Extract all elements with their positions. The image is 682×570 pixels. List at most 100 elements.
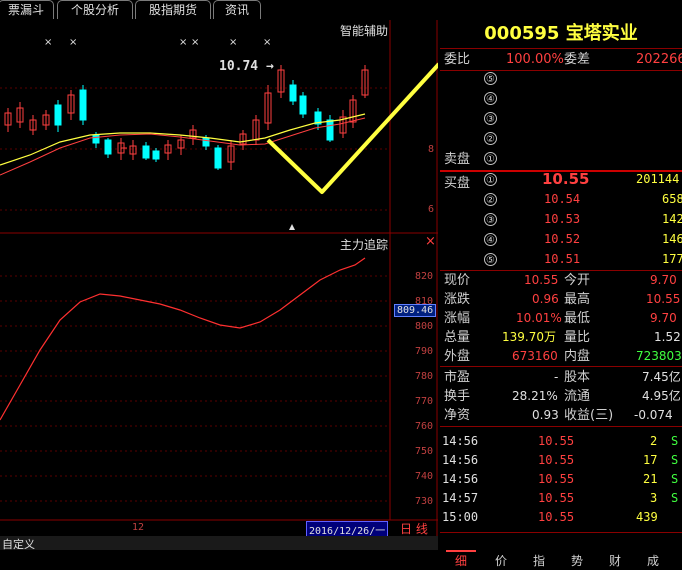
finance-label: 收益(三)	[564, 408, 614, 423]
close-icon[interactable]: ×	[425, 234, 436, 249]
stat-label: 涨跌	[444, 292, 471, 307]
finance-label: 换手	[444, 389, 471, 404]
x-axis-label: 12	[132, 522, 145, 533]
stat-value: 1.52	[654, 330, 681, 344]
tick-vol: 17	[643, 453, 658, 467]
tab-stock-analysis[interactable]: 个股分析	[57, 0, 133, 19]
stat-label: 今开	[564, 273, 591, 288]
stat-label: 内盘	[564, 349, 591, 364]
finance-label: 股本	[564, 370, 591, 385]
tick-side: S	[671, 472, 679, 486]
divider	[440, 70, 682, 71]
indicator-axis-label: 740	[415, 471, 434, 482]
stat-value: 10.55	[524, 273, 559, 287]
buy-level-1: ①	[484, 173, 497, 186]
stat-row: 总量 139.70万 量比 1.52	[440, 328, 682, 347]
tick-row: 14:56 10.55 2 S	[440, 432, 682, 451]
tick-side: S	[671, 434, 679, 448]
buy-vol-4: 146	[662, 232, 682, 246]
stat-row: 现价 10.55 今开 9.70	[440, 271, 682, 290]
weibi-row: 委比 100.00% 委差 202266	[440, 50, 682, 69]
buy-price-3: 10.53	[544, 212, 581, 226]
finance-value: 7.45亿	[642, 370, 681, 384]
indicator-current-value: 809.46	[394, 304, 437, 317]
tick-row: 15:00 10.55 439	[440, 508, 682, 527]
indicator-axis-label: 790	[415, 346, 434, 357]
tick-price: 10.55	[538, 472, 575, 486]
buy-vol-5: 177	[662, 252, 682, 266]
buy-level-4: ④	[484, 233, 497, 246]
chart-area[interactable]: × × × × × × 10.74 → 智能辅助 8 6 主力追踪 × 820 …	[0, 20, 438, 551]
sell-level-4: ④	[484, 92, 497, 105]
y-axis-label: 6	[428, 204, 435, 215]
tab-volume[interactable]: 成	[638, 552, 668, 570]
buy-label: 买盘	[444, 176, 471, 191]
tick-time: 14:56	[442, 472, 479, 486]
stat-label: 最高	[564, 292, 591, 307]
weibi-label: 委比	[444, 52, 471, 67]
stat-value: 723803	[636, 349, 682, 363]
finance-row: 换手 28.21% 流通 4.95亿	[440, 387, 682, 406]
signal-mark: ×	[179, 37, 188, 48]
candlesticks	[4, 65, 369, 170]
indicator-axis-label: 760	[415, 421, 434, 432]
tab-label: 个股分析	[70, 3, 119, 17]
indicator-axis-label: 750	[415, 446, 434, 457]
buy-price-2: 10.54	[544, 192, 581, 206]
tab-label: 票漏斗	[7, 3, 44, 17]
weibi-value: 100.00%	[506, 52, 564, 67]
tab-detail[interactable]: 细	[446, 550, 476, 570]
indicator-title: 主力追踪	[340, 238, 389, 252]
tick-price: 10.55	[538, 510, 575, 524]
period-selector[interactable]: 日 线	[400, 520, 428, 537]
stat-row: 外盘 673160 内盘 723803	[440, 347, 682, 366]
buy-level-5: ⑤	[484, 253, 497, 266]
finance-label: 净资	[444, 408, 471, 423]
stat-value: 10.55	[646, 292, 681, 306]
tab-price[interactable]: 价	[486, 552, 516, 570]
signal-mark: ×	[263, 37, 272, 48]
tab-funnel[interactable]: 票漏斗	[0, 0, 54, 19]
stat-value: 9.70	[650, 273, 677, 287]
sell-label: 卖盘	[444, 152, 471, 167]
quote-panel: 000595 宝塔实业 委比 100.00% 委差 202266 ⑤ ④ ③ ②…	[440, 20, 682, 568]
finance-row: 市盈 - 股本 7.45亿	[440, 368, 682, 387]
sell-level-3: ③	[484, 112, 497, 125]
stat-label: 外盘	[444, 349, 471, 364]
buy-vol-1: 201144	[636, 172, 680, 186]
tick-side: S	[671, 491, 679, 505]
stat-row: 涨跌 0.96 最高 10.55	[440, 290, 682, 309]
buy-price-4: 10.52	[544, 232, 581, 246]
tab-index[interactable]: 指	[524, 552, 554, 570]
stat-value: 9.70	[650, 311, 677, 325]
tick-row: 14:56 10.55 17 S	[440, 451, 682, 470]
stat-value: 10.01%	[516, 311, 562, 325]
weicha-value: 202266	[636, 52, 682, 67]
indicator-axis-label: 780	[415, 371, 434, 382]
tick-time: 15:00	[442, 510, 479, 524]
tick-vol: 21	[643, 472, 658, 486]
tab-index-futures[interactable]: 股指期货	[135, 0, 211, 19]
indicator-line	[0, 257, 366, 421]
tab-finance[interactable]: 财	[600, 552, 630, 570]
tab-news[interactable]: 资讯	[213, 0, 261, 19]
stat-label: 现价	[444, 273, 471, 288]
buy-price-5: 10.51	[544, 252, 581, 266]
stat-label: 量比	[564, 330, 591, 345]
stat-value: 0.96	[532, 292, 559, 306]
sell-level-5: ⑤	[484, 72, 497, 85]
indicator-grid	[0, 275, 390, 502]
stat-label: 总量	[444, 330, 471, 345]
tick-row: 14:57 10.55 3 S	[440, 489, 682, 508]
tick-row: 14:56 10.55 21 S	[440, 470, 682, 489]
bottom-bar: 自定义	[0, 536, 438, 551]
indicator-axis-label: 800	[415, 321, 434, 332]
tick-time: 14:56	[442, 434, 479, 448]
chart-title: 智能辅助	[340, 24, 389, 38]
divider	[440, 48, 682, 49]
tab-trend[interactable]: 势	[562, 552, 592, 570]
top-tabs: 票漏斗 个股分析 股指期货 资讯	[0, 0, 390, 20]
tick-vol: 439	[636, 510, 658, 524]
tick-side: S	[671, 453, 679, 467]
finance-value: 28.21%	[512, 389, 558, 403]
